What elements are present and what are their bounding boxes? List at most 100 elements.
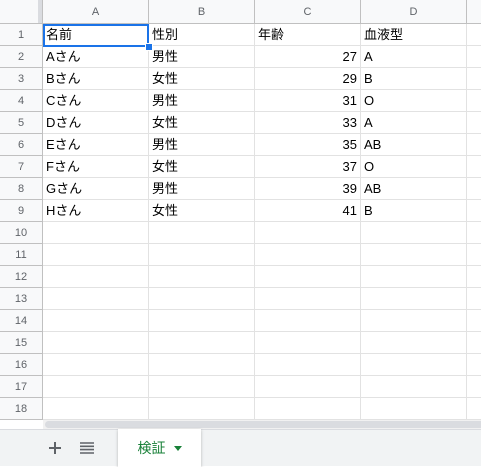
column-header-next[interactable] [467,0,481,24]
cell[interactable] [43,332,149,354]
row-header-5[interactable]: 5 [0,112,43,134]
cell[interactable] [467,266,481,288]
cell[interactable]: 37 [255,156,361,178]
cell[interactable] [255,398,361,420]
column-header-c[interactable]: C [255,0,361,24]
row-header-15[interactable]: 15 [0,332,43,354]
row-header-2[interactable]: 2 [0,46,43,68]
cell[interactable] [467,332,481,354]
row-header-17[interactable]: 17 [0,376,43,398]
cell[interactable]: A [361,112,467,134]
cell[interactable] [467,134,481,156]
cell[interactable] [467,90,481,112]
cell[interactable]: 男性 [149,134,255,156]
cell[interactable] [43,266,149,288]
cell[interactable] [149,354,255,376]
cell[interactable] [149,398,255,420]
row-header-1[interactable]: 1 [0,24,43,46]
cell[interactable]: 29 [255,68,361,90]
row-header-4[interactable]: 4 [0,90,43,112]
row-header-6[interactable]: 6 [0,134,43,156]
horizontal-scrollbar[interactable] [43,420,481,429]
cell[interactable]: 41 [255,200,361,222]
cell[interactable] [361,244,467,266]
cell[interactable]: Cさん [43,90,149,112]
cell[interactable] [361,354,467,376]
row-header-16[interactable]: 16 [0,354,43,376]
cell[interactable]: Aさん [43,46,149,68]
cell[interactable] [255,376,361,398]
cell[interactable]: Bさん [43,68,149,90]
row-header-3[interactable]: 3 [0,68,43,90]
cell[interactable] [149,222,255,244]
cell[interactable] [467,178,481,200]
row-header-11[interactable]: 11 [0,244,43,266]
cell[interactable] [149,310,255,332]
column-header-d[interactable]: D [361,0,467,24]
cell[interactable]: 男性 [149,90,255,112]
cell[interactable] [467,288,481,310]
cell[interactable] [361,222,467,244]
cell[interactable]: 女性 [149,156,255,178]
cell[interactable] [149,288,255,310]
column-header-a[interactable]: A [43,0,149,24]
header-cell[interactable]: 性別 [149,24,255,46]
cell[interactable]: O [361,156,467,178]
cell[interactable]: 男性 [149,178,255,200]
cell[interactable] [149,332,255,354]
fill-handle[interactable] [145,43,153,51]
cell[interactable] [467,156,481,178]
cell[interactable] [149,266,255,288]
cell[interactable] [43,310,149,332]
cell[interactable] [467,112,481,134]
header-cell[interactable]: 血液型 [361,24,467,46]
cell[interactable]: 35 [255,134,361,156]
cell[interactable] [43,376,149,398]
cell[interactable] [467,200,481,222]
cell[interactable] [361,398,467,420]
cell[interactable] [255,222,361,244]
triangle-down-icon[interactable] [173,445,182,451]
cell[interactable] [149,376,255,398]
cell[interactable] [361,310,467,332]
cell[interactable] [255,332,361,354]
all-sheets-button[interactable] [72,430,102,466]
cell[interactable]: 31 [255,90,361,112]
cell[interactable] [149,244,255,266]
cell[interactable]: Fさん [43,156,149,178]
cell[interactable] [255,244,361,266]
cell[interactable] [467,310,481,332]
cell[interactable]: 女性 [149,68,255,90]
cell[interactable] [255,354,361,376]
cell[interactable]: Gさん [43,178,149,200]
row-header-13[interactable]: 13 [0,288,43,310]
cell[interactable]: A [361,46,467,68]
cell[interactable] [43,398,149,420]
spreadsheet-grid[interactable]: ABCD 1 2 3 4 5 6 7 8 9 10 11 12 13 14 15 16 17 18 名前 性別 年齢血… [0,0,481,420]
cell[interactable] [361,376,467,398]
row-header-14[interactable]: 14 [0,310,43,332]
row-header-8[interactable]: 8 [0,178,43,200]
cell[interactable] [467,68,481,90]
cell[interactable]: Eさん [43,134,149,156]
row-header-9[interactable]: 9 [0,200,43,222]
cell[interactable]: 33 [255,112,361,134]
sheet-tab-active[interactable]: 検証 [118,429,201,467]
cell[interactable] [467,46,481,68]
row-header-10[interactable]: 10 [0,222,43,244]
add-sheet-button[interactable] [40,430,70,466]
cell[interactable] [467,222,481,244]
cell[interactable] [467,398,481,420]
row-header-7[interactable]: 7 [0,156,43,178]
cell[interactable] [361,266,467,288]
cell[interactable] [255,266,361,288]
cell[interactable]: O [361,90,467,112]
cell[interactable] [467,354,481,376]
cell[interactable]: B [361,200,467,222]
cell[interactable] [43,244,149,266]
cell[interactable]: B [361,68,467,90]
cell[interactable] [43,288,149,310]
cell[interactable]: Dさん [43,112,149,134]
row-header-12[interactable]: 12 [0,266,43,288]
cell[interactable] [43,354,149,376]
